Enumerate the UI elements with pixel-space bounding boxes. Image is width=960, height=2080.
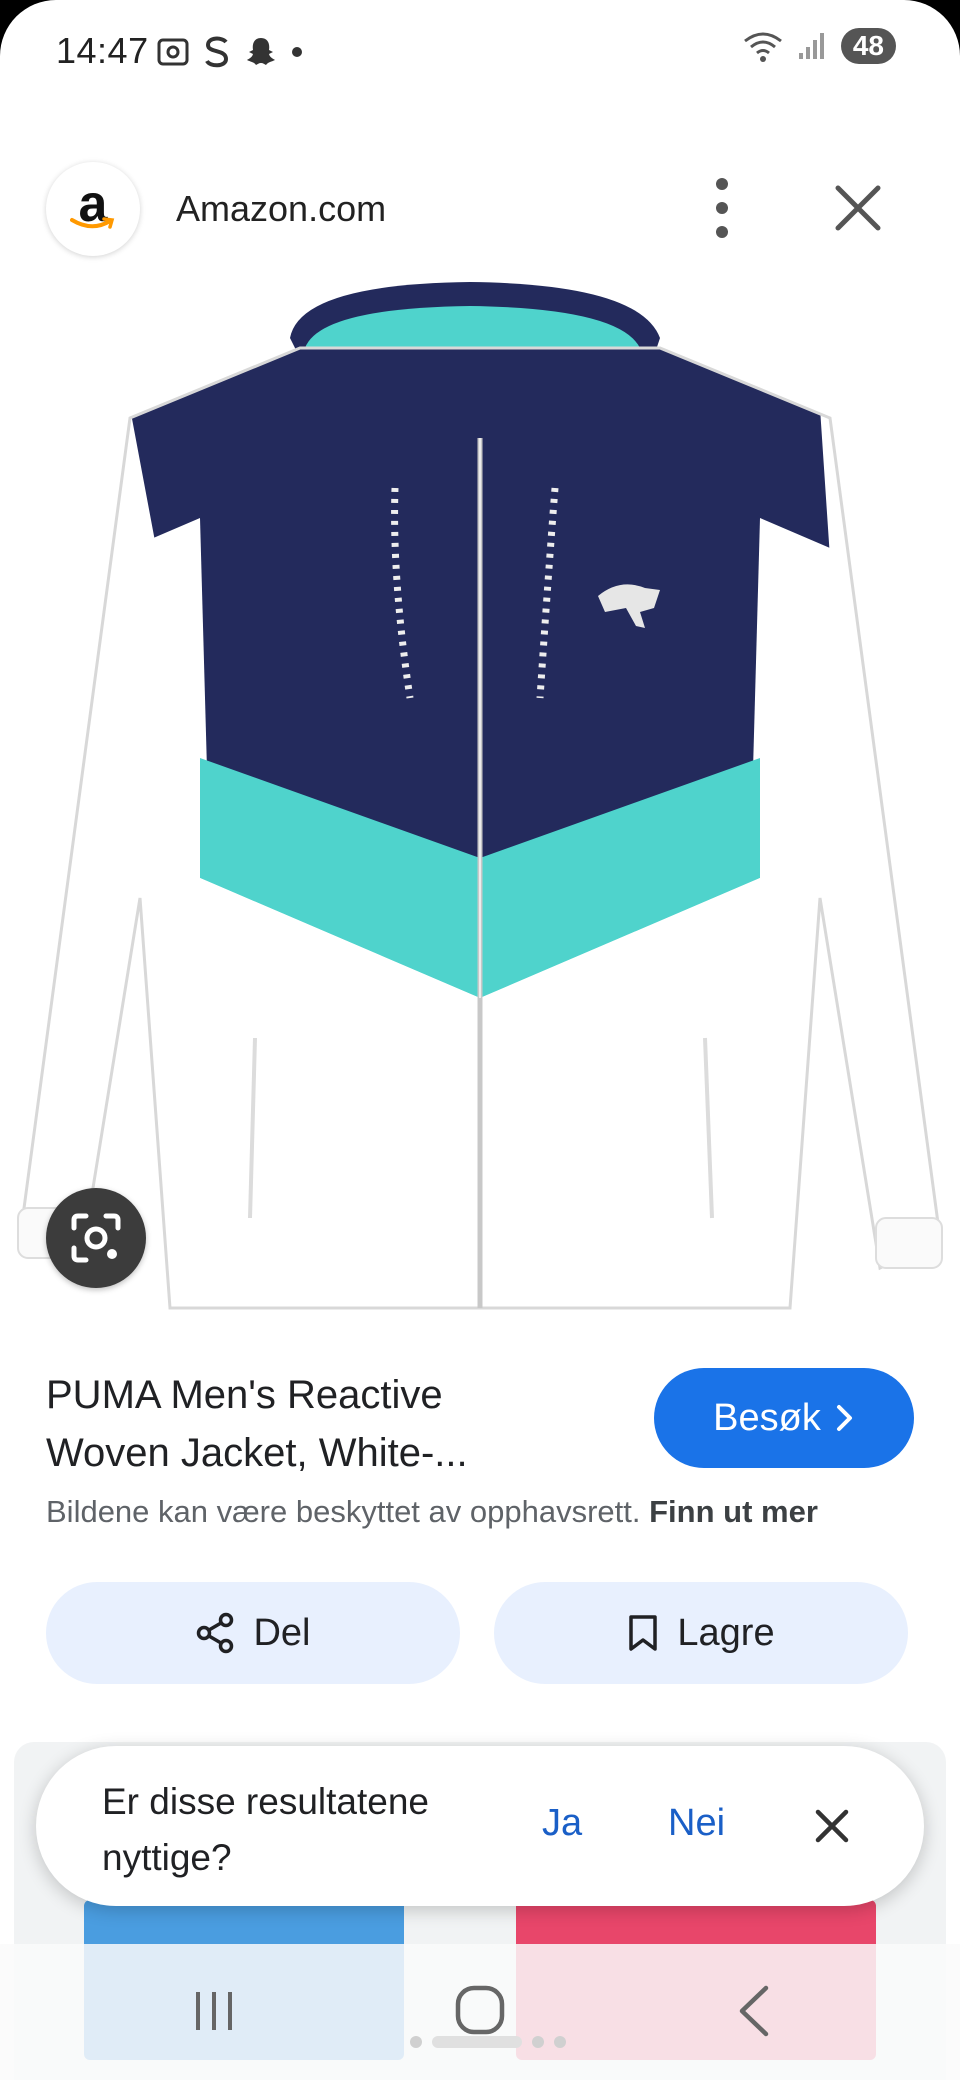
screenshot-icon: [157, 38, 189, 66]
dot-icon: [292, 47, 302, 57]
product-image[interactable]: [0, 278, 960, 1318]
page-dot-active: [432, 2036, 522, 2048]
recent-apps-icon[interactable]: [190, 1988, 238, 2034]
share-label: Del: [253, 1611, 311, 1654]
feedback-no-button[interactable]: Nei: [668, 1802, 725, 1845]
feedback-yes-button[interactable]: Ja: [542, 1802, 582, 1845]
system-nav-bar: [0, 1944, 960, 2080]
system-icons: 48: [743, 28, 896, 64]
signal-icon: [798, 33, 824, 59]
share-icon: [197, 1612, 234, 1654]
home-icon[interactable]: [454, 1984, 506, 2036]
amazon-smile-icon: [70, 217, 115, 229]
product-title-line1: PUMA Men's Reactive: [46, 1373, 443, 1417]
page-dot: [532, 2036, 544, 2048]
product-title-line2: Woven Jacket, White-...: [46, 1431, 468, 1475]
site-name[interactable]: Amazon.com: [176, 188, 386, 230]
back-icon[interactable]: [734, 1984, 774, 2038]
snapchat-icon: [247, 38, 275, 65]
copyright-notice: Bildene kan være beskyttet av opphavsret…: [46, 1494, 818, 1530]
bookmark-icon: [629, 1615, 658, 1651]
close-icon[interactable]: [808, 1802, 856, 1850]
feedback-question: Er disse resultatene nyttige?: [102, 1781, 430, 1878]
lens-button[interactable]: [46, 1188, 146, 1288]
save-label: Lagre: [677, 1611, 775, 1654]
share-button[interactable]: Del: [46, 1582, 460, 1684]
lens-icon: [71, 1213, 121, 1263]
save-button[interactable]: Lagre: [494, 1582, 908, 1684]
notification-icons: [156, 34, 304, 70]
page-indicator: [410, 2036, 566, 2048]
screen: 14:47 48 a Amazon.com PUMA Men's Reactiv…: [0, 0, 960, 2080]
copyright-text: Bildene kan være beskyttet av opphavsret…: [46, 1494, 641, 1529]
more-vert-icon[interactable]: [700, 172, 744, 244]
status-bar: 14:47 48: [0, 0, 960, 106]
page-dot: [554, 2036, 566, 2048]
wifi-icon: [743, 32, 782, 62]
site-favicon[interactable]: a: [46, 162, 140, 256]
result-header: a Amazon.com: [0, 160, 960, 260]
chevron-right-icon: [836, 1405, 852, 1431]
visit-button[interactable]: Besøk: [654, 1368, 914, 1468]
visit-label: Besøk: [713, 1396, 821, 1439]
product-title[interactable]: PUMA Men's Reactive Woven Jacket, White-…: [46, 1366, 606, 1482]
s-icon: [205, 36, 229, 68]
status-time: 14:47: [56, 30, 149, 71]
page-dot: [410, 2036, 422, 2048]
battery-indicator: 48: [840, 28, 896, 64]
close-icon[interactable]: [832, 182, 884, 234]
learn-more-link[interactable]: Finn ut mer: [649, 1494, 818, 1529]
feedback-card: Er disse resultatene nyttige? Ja Nei: [36, 1746, 924, 1906]
